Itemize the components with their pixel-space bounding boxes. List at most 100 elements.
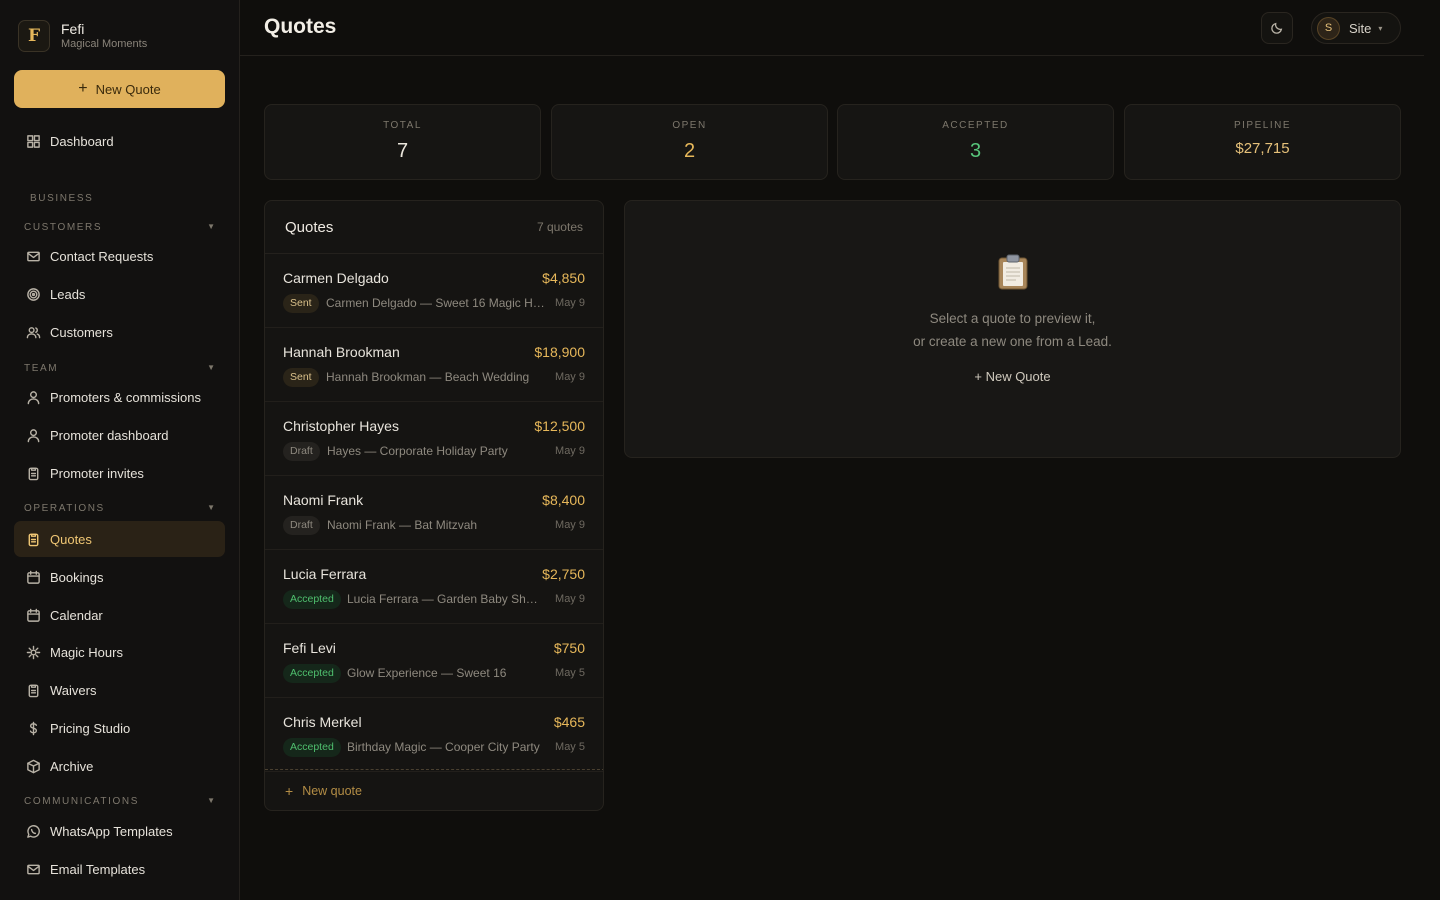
whatsapp-icon [25,823,41,839]
sparkle-icon [25,644,41,660]
quote-description: Lucia Ferrara — Garden Baby Sho… [347,592,544,606]
quote-amount: $4,850 [542,270,585,286]
quote-row[interactable]: Carmen Delgado $4,850 Sent Carmen Delgad… [265,254,603,328]
preview-hint-secondary: or create a new one from a Lead. [913,334,1112,349]
quotes-list-panel: Quotes 7 quotes Carmen Delgado $4,850 Se… [264,200,604,811]
chevron-down-icon: ▾ [1378,23,1383,33]
quote-row[interactable]: Lucia Ferrara $2,750 Accepted Lucia Ferr… [265,550,603,624]
quotes-list-title: Quotes [285,219,334,236]
quote-date: May 9 [555,593,585,605]
sidebar-item-promoter-invites[interactable]: Promoter invites [14,455,225,491]
quote-description: Hayes — Corporate Holiday Party [327,444,508,458]
target-icon [25,286,41,302]
sidebar-item-waivers[interactable]: Waivers [14,672,225,708]
clipboard-icon [25,465,41,481]
mail-icon [25,861,41,877]
quote-amount: $12,500 [534,418,585,434]
sidebar-item-dashboard[interactable]: Dashboard [14,123,225,159]
page-title: Quotes [264,15,337,38]
stat-label: OPEN [672,120,707,131]
users-icon [25,324,41,340]
stat-value: 2 [683,140,696,162]
status-badge: Accepted [283,738,341,757]
sidebar-item-archive[interactable]: Archive [14,748,225,784]
sidebar-item-magic-hours[interactable]: Magic Hours [14,634,225,670]
theme-toggle-button[interactable] [1261,12,1293,44]
section-communications[interactable]: COMMUNICATIONS [24,796,139,807]
sidebar-item-label: Pricing Studio [50,720,131,736]
sidebar-item-label: Contact Requests [50,248,154,264]
sidebar-item-promoters-commissions[interactable]: Promoters & commissions [14,379,225,415]
sidebar-item-calendar[interactable]: Calendar [14,597,225,633]
chevron-down-icon[interactable]: ▼ [207,363,215,372]
chevron-down-icon[interactable]: ▼ [207,796,215,805]
quote-row[interactable]: Chris Merkel $465 Accepted Birthday Magi… [265,698,603,772]
site-label: Site [1349,20,1372,36]
status-badge: Sent [283,368,319,387]
sidebar-item-quotes[interactable]: Quotes [14,521,225,557]
mail-icon [25,248,41,264]
quote-date: May 9 [555,297,585,309]
avatar: S [1317,16,1340,40]
chevron-down-icon[interactable]: ▼ [207,503,215,512]
calendar-icon [25,607,41,623]
brand[interactable]: F Fefi Magical Moments [18,20,147,52]
quote-client-name: Carmen Delgado [283,270,389,286]
quote-row[interactable]: Hannah Brookman $18,900 Sent Hannah Broo… [265,328,603,402]
brand-text: Fefi Magical Moments [61,21,147,52]
quote-row[interactable]: Naomi Frank $8,400 Draft Naomi Frank — B… [265,476,603,550]
sidebar-item-label: Promoter invites [50,465,144,481]
sidebar-item-leads[interactable]: Leads [14,276,225,312]
status-badge: Draft [283,516,320,535]
sidebar-item-label: Magic Hours [50,644,123,660]
section-operations[interactable]: OPERATIONS [24,503,105,514]
sidebar-item-email-templates[interactable]: Email Templates [14,851,225,887]
quote-date: May 5 [555,741,585,753]
quote-client-name: Naomi Frank [283,492,364,508]
sidebar-item-promoter-dashboard[interactable]: Promoter dashboard [14,417,225,453]
stat-label: TOTAL [383,120,422,131]
section-customers[interactable]: CUSTOMERS [24,222,102,233]
quote-client-name: Christopher Hayes [283,418,399,434]
preview-hint: Select a quote to preview it, [929,311,1096,326]
user-icon [25,427,41,443]
quote-description: Carmen Delgado — Sweet 16 Magic H… [326,296,545,310]
stat-total: TOTAL 7 [264,104,541,180]
section-business: BUSINESS [30,193,94,204]
chevron-down-icon[interactable]: ▼ [207,222,215,231]
new-quote-button[interactable]: + New Quote [14,70,225,108]
brand-logo: F [18,20,50,52]
new-quote-link[interactable]: + New quote [265,769,603,810]
sidebar-item-label: Leads [50,286,86,302]
sidebar-item-pricing-studio[interactable]: Pricing Studio [14,710,225,746]
quote-description: Naomi Frank — Bat Mitzvah [327,518,478,532]
quote-amount: $750 [553,640,585,656]
sidebar-item-bookings[interactable]: Bookings [14,559,225,595]
quote-date: May 9 [555,519,585,531]
quotes-count: 7 quotes [536,220,583,234]
calendar-icon [25,569,41,585]
stat-value: $27,715 [1235,140,1290,157]
stat-value: 3 [969,140,982,162]
quote-row[interactable]: Christopher Hayes $12,500 Draft Hayes — … [265,402,603,476]
user-icon [25,389,41,405]
quote-client-name: Lucia Ferrara [283,566,367,582]
dollar-icon [25,720,41,736]
brand-name: Fefi [61,20,85,37]
sidebar-item-contact-requests[interactable]: Contact Requests [14,238,225,274]
quote-preview-panel: Select a quote to preview it, or create … [624,200,1401,458]
sidebar-item-whatsapp-templates[interactable]: WhatsApp Templates [14,813,225,849]
stat-accepted: ACCEPTED 3 [837,104,1114,180]
sidebar-item-label: Promoters & commissions [50,389,201,405]
quote-row[interactable]: Fefi Levi $750 Accepted Glow Experience … [265,624,603,698]
preview-new-quote-link[interactable]: + New Quote [625,369,1400,384]
sidebar-item-label: Archive [50,758,94,774]
moon-icon [1271,22,1283,34]
section-team[interactable]: TEAM [24,363,58,374]
new-quote-link-label: New quote [302,784,362,798]
quotes-list-header: Quotes 7 quotes [265,201,603,254]
sidebar-item-customers[interactable]: Customers [14,314,225,350]
status-badge: Accepted [283,664,341,683]
site-menu-button[interactable]: S Site ▾ [1311,12,1401,44]
stat-pipeline: PIPELINE $27,715 [1124,104,1401,180]
